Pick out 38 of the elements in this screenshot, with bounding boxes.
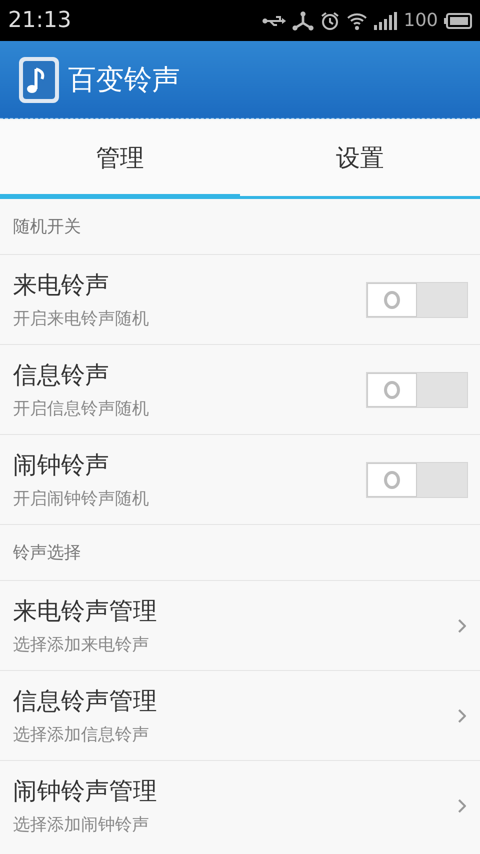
item-subtitle: 选择添加信息铃声 [13,724,150,746]
item-title: 信息铃声 [13,360,110,391]
app-title: 百变铃声 [68,62,180,98]
chevron-icon [458,618,466,632]
toggle-switch[interactable] [366,372,468,408]
share-icon [292,10,314,30]
tab[interactable]: 设置 [240,121,480,199]
list-item[interactable]: 闹钟铃声管理 选择添加闹钟铃声 [0,761,480,850]
toggle-switch[interactable] [366,282,468,318]
item-subtitle: 开启信息铃声随机 [13,398,149,420]
usb-icon [262,14,286,28]
list-item[interactable]: 信息铃声 开启信息铃声随机 [0,345,480,435]
item-title: 来电铃声 [13,270,110,301]
item-title: 闹钟铃声 [13,450,110,481]
battery-icon [444,12,472,28]
list-item[interactable]: 来电铃声管理 选择添加来电铃声 [0,581,480,671]
chevron-icon [458,798,466,812]
signal-icon [374,12,398,30]
tab[interactable]: 管理 [0,121,240,199]
alarm-clock-icon [320,10,340,30]
item-title: 来电铃声管理 [13,596,157,627]
wifi-icon [346,10,368,30]
battery-level: 100 [404,10,438,31]
list-item[interactable]: 信息铃声管理 选择添加信息铃声 [0,671,480,761]
item-subtitle: 选择添加来电铃声 [13,634,150,656]
item-subtitle: 开启闹钟铃声随机 [13,488,149,510]
toggle-switch[interactable] [366,462,468,498]
music-note-icon [18,54,60,104]
item-title: 信息铃声管理 [13,686,157,717]
item-title: 闹钟铃声管理 [13,776,157,807]
list-item[interactable]: 来电铃声 开启来电铃声随机 [0,255,480,345]
section-header: 随机开关 [0,199,480,255]
list-item[interactable]: 闹钟铃声 开启闹钟铃声随机 [0,435,480,525]
chevron-icon [458,708,466,722]
clock-time: 21:13 [8,8,72,33]
item-subtitle: 开启来电铃声随机 [13,308,149,330]
section-header: 铃声选择 [0,525,480,581]
item-subtitle: 选择添加闹钟铃声 [13,814,150,836]
